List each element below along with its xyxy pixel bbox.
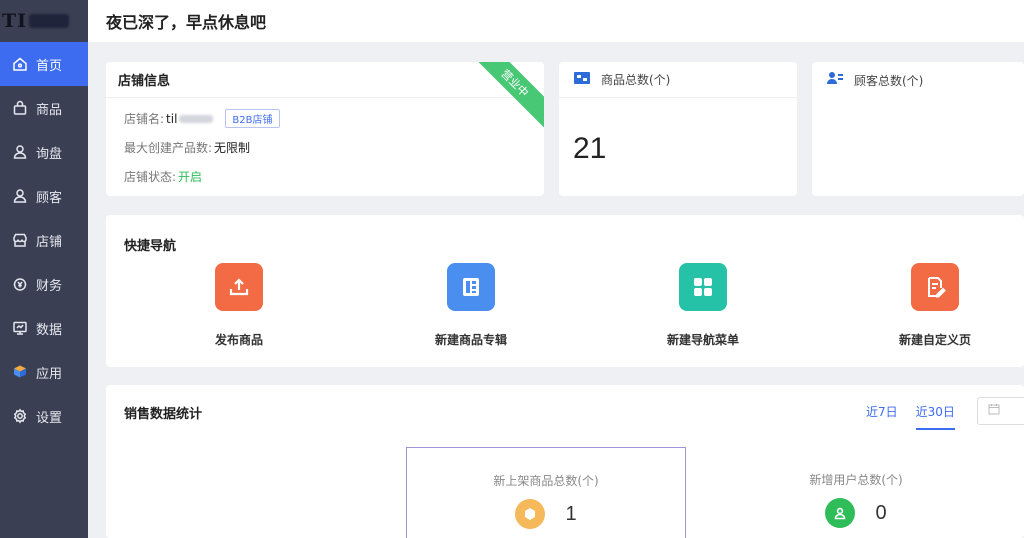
metric-row: 0 <box>716 498 996 528</box>
monitor-icon <box>12 320 28 336</box>
sidebar-item-finance[interactable]: 财务 <box>0 262 88 306</box>
new-user-icon <box>825 498 856 528</box>
quick-item-label: 发布商品 <box>214 333 263 347</box>
customers-icon <box>826 70 844 90</box>
store-name-row: 店铺名: til B2B店铺 <box>106 104 544 133</box>
sales-stats-card: 销售数据统计 近7日 近30日 新上架商品总数(个) 1 新增用户总数(个) 0 <box>106 385 1024 538</box>
store-icon <box>12 232 28 248</box>
quick-new-custom-page[interactable]: 新建自定义页 <box>860 263 1010 348</box>
sidebar: TI 首页 商品 询盘 顾客 店铺 财务 数据 应用 设置 <box>0 0 88 538</box>
store-status-label: 店铺状态: <box>124 170 177 184</box>
sidebar-item-label: 数据 <box>36 322 63 338</box>
tab-30-days[interactable]: 近30日 <box>915 403 955 430</box>
sidebar-item-home[interactable]: 首页 <box>0 42 88 86</box>
greeting-text: 夜已深了，早点休息吧 <box>106 13 267 32</box>
album-icon <box>447 263 495 311</box>
upload-icon <box>215 263 263 311</box>
quick-publish-goods[interactable]: 发布商品 <box>164 263 314 348</box>
quick-new-nav-menu[interactable]: 新建导航菜单 <box>628 263 778 348</box>
calendar-icon <box>988 403 1000 419</box>
logo-blurred-part <box>29 14 70 28</box>
header: 夜已深了，早点休息吧 <box>88 0 1024 42</box>
quick-nav-card: 快捷导航 发布商品 新建商品专辑 新建导航菜单 新建自定义页 <box>106 215 1024 367</box>
quick-item-label: 新建自定义页 <box>898 333 971 347</box>
finance-icon <box>12 276 28 292</box>
grid-icon <box>679 263 727 311</box>
metric-row: 1 <box>407 499 685 529</box>
store-info-card: 店铺信息 营业中 店铺名: til B2B店铺 最大创建产品数: 无限制 店铺状… <box>106 62 544 196</box>
max-products-value: 无限制 <box>214 141 251 155</box>
sidebar-item-label: 询盘 <box>36 146 63 162</box>
goods-total-label: 商品总数(个) <box>601 73 671 87</box>
user-icon <box>12 188 28 204</box>
customer-total-label: 顾客总数(个) <box>854 73 924 88</box>
edit-page-icon <box>911 263 959 311</box>
sidebar-item-customers[interactable]: 顾客 <box>0 174 88 218</box>
store-info-header: 店铺信息 <box>106 62 544 98</box>
store-max-row: 最大创建产品数: 无限制 <box>106 133 544 162</box>
goods-total-value: 21 <box>573 132 607 165</box>
sidebar-item-goods[interactable]: 商品 <box>0 86 88 130</box>
sidebar-item-label: 财务 <box>36 278 63 294</box>
store-info-title: 店铺信息 <box>118 74 171 89</box>
sidebar-item-label: 设置 <box>36 410 63 426</box>
bag-icon <box>12 100 28 116</box>
customer-total-card: 顾客总数(个) <box>812 62 1024 196</box>
quick-item-label: 新建导航菜单 <box>666 333 739 347</box>
cube-icon <box>12 364 28 380</box>
sidebar-item-label: 首页 <box>36 58 63 74</box>
store-status-row: 店铺状态: 开启 <box>106 162 544 191</box>
sales-stats-title: 销售数据统计 <box>124 407 203 422</box>
metric-value: 1 <box>565 502 577 525</box>
home-icon <box>12 56 28 72</box>
max-products-label: 最大创建产品数: <box>124 141 213 155</box>
logo: TI <box>0 0 88 42</box>
blurred-name-part <box>179 114 214 123</box>
goods-total-header: 商品总数(个) <box>559 62 797 98</box>
sidebar-item-store[interactable]: 店铺 <box>0 218 88 262</box>
customer-total-header: 顾客总数(个) <box>812 62 1024 98</box>
logo-text: TI <box>2 10 28 32</box>
gear-icon <box>12 408 28 424</box>
sidebar-item-settings[interactable]: 设置 <box>0 394 88 438</box>
metric-value: 0 <box>875 501 887 524</box>
sidebar-item-label: 应用 <box>36 366 63 382</box>
store-name-value: til <box>166 111 214 126</box>
goods-total-card: 商品总数(个) 21 <box>559 62 797 196</box>
new-goods-icon <box>515 499 546 529</box>
sidebar-item-label: 顾客 <box>36 190 63 206</box>
goods-icon <box>573 70 591 90</box>
new-users-metric: 新增用户总数(个) 0 <box>716 447 996 538</box>
sidebar-item-data[interactable]: 数据 <box>0 306 88 350</box>
store-name-label: 店铺名: <box>124 112 165 126</box>
date-picker[interactable] <box>977 397 1024 425</box>
store-status-value: 开启 <box>178 170 203 184</box>
period-tabs: 近7日 近30日 <box>866 403 973 430</box>
user-icon <box>12 144 28 160</box>
quick-new-album[interactable]: 新建商品专辑 <box>396 263 546 348</box>
store-name-text: til <box>166 111 178 126</box>
metric-label: 新上架商品总数(个) <box>493 474 599 488</box>
sidebar-item-inquiry[interactable]: 询盘 <box>0 130 88 174</box>
sidebar-item-label: 商品 <box>36 102 63 118</box>
quick-item-label: 新建商品专辑 <box>434 333 507 347</box>
metric-label: 新增用户总数(个) <box>809 473 903 487</box>
store-type-tag: B2B店铺 <box>225 109 280 128</box>
quick-nav-title: 快捷导航 <box>124 239 177 254</box>
sidebar-item-apps[interactable]: 应用 <box>0 350 88 394</box>
sidebar-item-label: 店铺 <box>36 234 63 250</box>
new-goods-metric: 新上架商品总数(个) 1 <box>406 447 686 538</box>
tab-7-days[interactable]: 近7日 <box>866 403 898 430</box>
